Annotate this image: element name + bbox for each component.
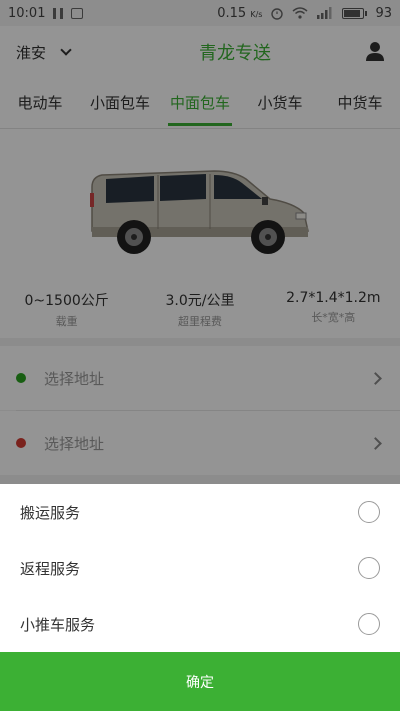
option-label: 小推车服务 — [20, 615, 96, 634]
service-option-return[interactable]: 返程服务 — [0, 540, 400, 596]
confirm-button[interactable]: 确定 — [0, 652, 400, 711]
radio-button[interactable] — [358, 613, 380, 635]
service-option-trolley[interactable]: 小推车服务 — [0, 596, 400, 652]
radio-button[interactable] — [358, 557, 380, 579]
service-options-sheet: 搬运服务 返程服务 小推车服务 确定 — [0, 484, 400, 711]
option-label: 返程服务 — [20, 559, 81, 578]
option-label: 搬运服务 — [20, 503, 81, 522]
service-option-carrying[interactable]: 搬运服务 — [0, 484, 400, 540]
radio-button[interactable] — [358, 501, 380, 523]
